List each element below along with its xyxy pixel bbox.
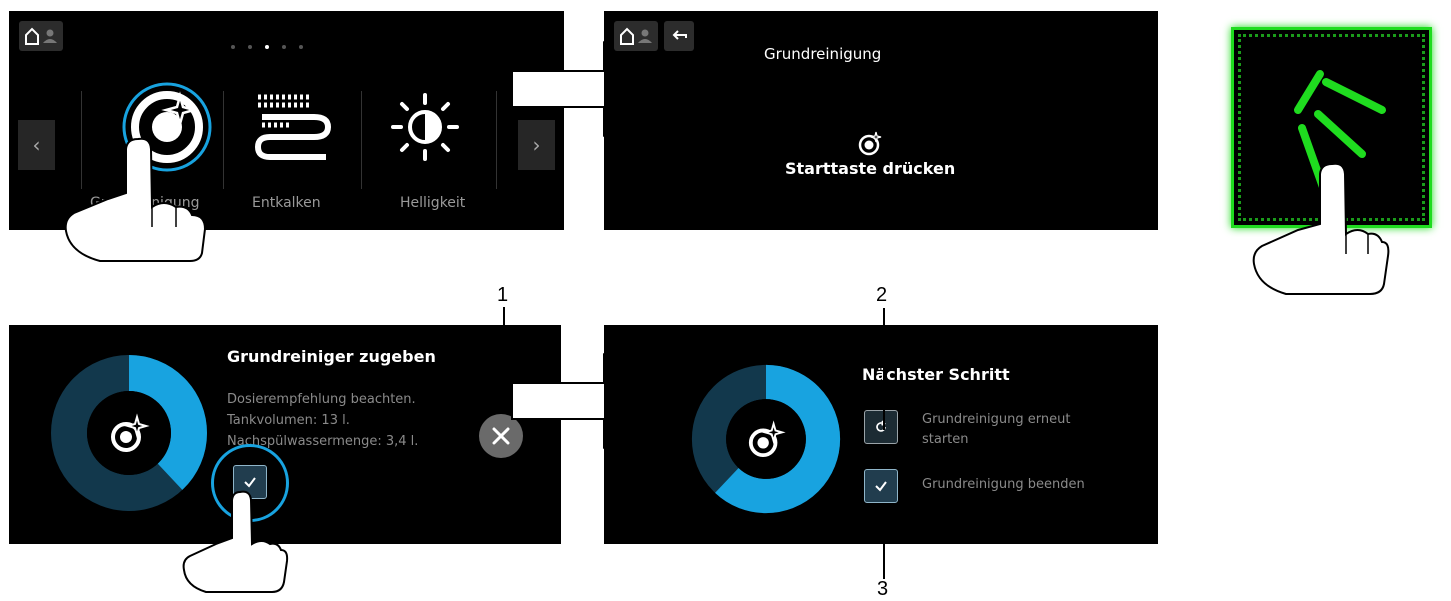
page-title: Grundreinigung <box>764 45 882 63</box>
home-user-button[interactable] <box>614 21 658 51</box>
menu-item-helligkeit[interactable]: Helligkeit <box>363 85 493 211</box>
page-dot[interactable] <box>248 45 252 49</box>
divider <box>223 91 224 189</box>
restart-button[interactable] <box>864 410 898 444</box>
menu-item-entkalken[interactable]: Entkalken <box>228 85 358 211</box>
callout-number: 2 <box>876 284 888 306</box>
hand-pointer-icon <box>182 490 289 593</box>
brightness-icon <box>391 93 459 161</box>
option-label: Grundreinigung beenden <box>922 477 1085 492</box>
page-dot-active[interactable] <box>265 45 269 49</box>
option-finish[interactable]: Grundreinigung beenden <box>864 469 1134 505</box>
back-button[interactable] <box>664 21 694 51</box>
descale-icon <box>254 94 332 160</box>
chevron-left-icon: ‹ <box>32 133 41 157</box>
description-line: Tankvolumen: 13 l. <box>227 413 350 428</box>
option-label-line: Grundreinigung erneut <box>922 412 1071 427</box>
callout-number: 1 <box>497 284 509 306</box>
hand-pointer-icon <box>64 137 207 262</box>
home-icon <box>620 27 652 45</box>
cleaning-icon <box>858 131 882 156</box>
home-icon <box>25 27 57 45</box>
menu-item-label: Entkalken <box>252 195 321 211</box>
callout-line <box>883 308 885 430</box>
top-bar <box>19 21 63 51</box>
page-dot[interactable] <box>282 45 286 49</box>
callout-number: 3 <box>877 578 889 600</box>
option-restart[interactable]: Grundreinigung erneut starten <box>864 410 1134 458</box>
callout-line <box>503 307 505 411</box>
instruction-text: Starttaste drücken <box>785 159 956 178</box>
step-heading: Grundreiniger zugeben <box>227 347 436 366</box>
step-description: Dosierempfehlung beachten. Tankvolumen: … <box>227 389 467 452</box>
page-indicator <box>231 45 303 49</box>
finish-button[interactable] <box>864 469 898 503</box>
menu-item-label: Helligkeit <box>400 195 466 211</box>
carousel-prev-button[interactable]: ‹ <box>18 120 55 170</box>
restart-icon <box>876 420 886 432</box>
back-arrow-icon <box>672 30 687 40</box>
progress-ring <box>691 364 841 514</box>
callout-line <box>883 507 885 579</box>
divider <box>496 91 497 189</box>
option-label: Grundreinigung erneut starten <box>922 410 1070 450</box>
top-bar <box>614 21 694 51</box>
panel-next-step: Nächster Schritt Grundreinigung erneut s… <box>604 325 1158 544</box>
home-user-button[interactable] <box>19 21 63 51</box>
page-dot[interactable] <box>231 45 235 49</box>
panel-start: Grundreinigung Starttaste drücken <box>604 11 1158 230</box>
check-icon <box>244 477 256 488</box>
page-dot[interactable] <box>299 45 303 49</box>
check-icon <box>875 481 887 492</box>
description-line: Dosierempfehlung beachten. <box>227 392 416 407</box>
hand-pointer-icon <box>1252 162 1390 295</box>
divider <box>361 91 362 189</box>
option-label-line: starten <box>922 432 969 447</box>
